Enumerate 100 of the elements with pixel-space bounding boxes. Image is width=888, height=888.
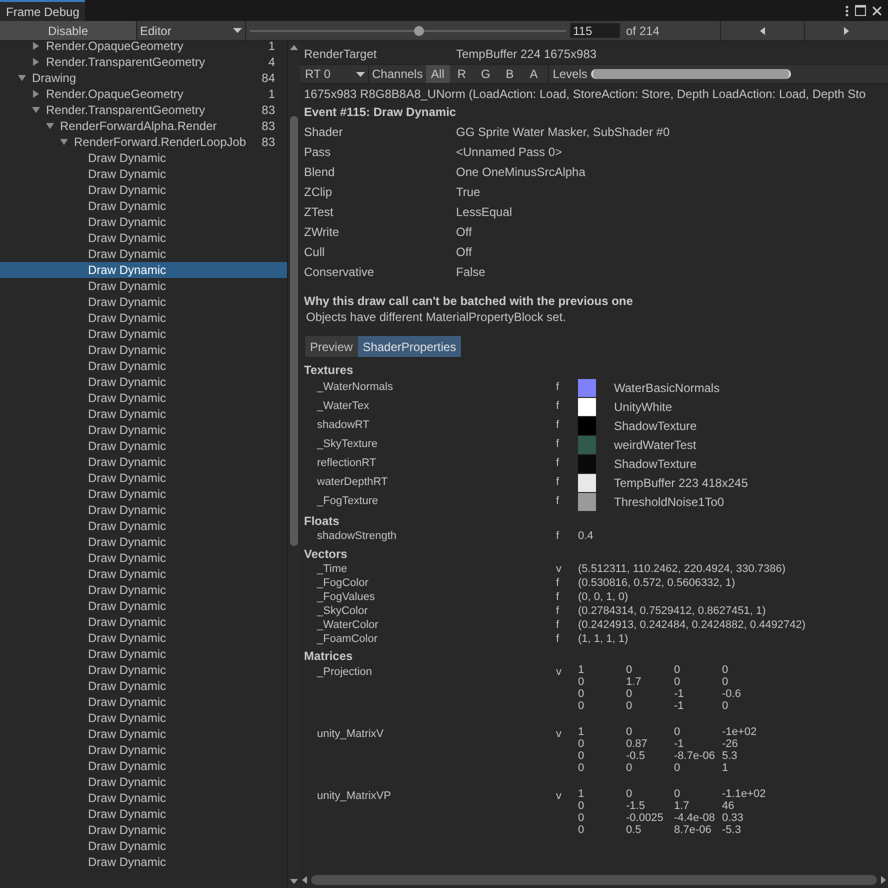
property-type: f [556, 437, 560, 452]
tree-row[interactable]: Draw Dynamic [0, 294, 287, 310]
tree-row[interactable]: Draw Dynamic [0, 198, 287, 214]
tree-row[interactable]: Draw Dynamic [0, 470, 287, 486]
scroll-up-icon[interactable] [290, 45, 298, 50]
tree-row[interactable]: Draw Dynamic [0, 166, 287, 182]
tree-row[interactable]: Draw Dynamic [0, 822, 287, 838]
tree-row[interactable]: Draw Dynamic [0, 518, 287, 534]
tree-row[interactable]: Draw Dynamic [0, 630, 287, 646]
tree-item-label: Draw Dynamic [88, 198, 166, 215]
details-tab[interactable]: Preview [305, 336, 358, 357]
tree-item-label: Draw Dynamic [88, 758, 166, 775]
tree-row[interactable]: Draw Dynamic [0, 550, 287, 566]
tree-item-count: 83 [262, 102, 275, 119]
tree-row[interactable]: Draw Dynamic [0, 758, 287, 774]
property-type: v [556, 562, 562, 577]
tree-row[interactable]: Draw Dynamic [0, 214, 287, 230]
levels-slider[interactable] [591, 69, 792, 79]
channel-toggle[interactable]: R [450, 65, 474, 83]
tree-row[interactable]: Draw Dynamic [0, 566, 287, 582]
tree-row[interactable]: Draw Dynamic [0, 262, 287, 278]
channel-toggle[interactable]: B [498, 65, 522, 83]
tree-row[interactable]: RenderForwardAlpha.Render 83 [0, 118, 287, 134]
matrix-cell-text: 0 [722, 662, 730, 677]
event-index-field[interactable]: 115 [570, 23, 620, 38]
disable-button[interactable]: Disable [0, 21, 137, 40]
tree-item-label: Draw Dynamic [88, 230, 166, 247]
property-value: LessEqual [456, 204, 512, 221]
tree-row[interactable]: Draw Dynamic [0, 310, 287, 326]
tree-row[interactable]: Draw Dynamic [0, 406, 287, 422]
tree-row[interactable]: Draw Dynamic [0, 742, 287, 758]
details-tab[interactable]: ShaderProperties [358, 336, 462, 357]
tree-row[interactable]: Draw Dynamic [0, 230, 287, 246]
tree-item-count: 4 [268, 54, 275, 71]
tree-row[interactable]: Draw Dynamic [0, 278, 287, 294]
collapsed-arrow-icon[interactable] [32, 90, 40, 98]
scroll-down-icon[interactable] [290, 879, 298, 884]
tree-row[interactable]: Drawing 84 [0, 70, 287, 86]
tree-row[interactable]: Draw Dynamic [0, 614, 287, 630]
tree-item-label: Render.OpaqueGeometry [46, 41, 184, 55]
tree-row[interactable]: Draw Dynamic [0, 438, 287, 454]
tree-row[interactable]: Draw Dynamic [0, 486, 287, 502]
channel-toggle[interactable]: All [426, 65, 450, 83]
target-dropdown[interactable]: Editor [137, 21, 246, 40]
channel-toggle[interactable]: A [522, 65, 546, 83]
tree-row[interactable]: Draw Dynamic [0, 806, 287, 822]
tree-row[interactable]: Draw Dynamic [0, 694, 287, 710]
property-type: v [556, 789, 562, 804]
tree-row[interactable]: Draw Dynamic [0, 246, 287, 262]
tree-row[interactable]: Draw Dynamic [0, 774, 287, 790]
section-heading: Floats [304, 513, 340, 529]
tree-row[interactable]: Draw Dynamic [0, 150, 287, 166]
tree-row[interactable]: Draw Dynamic [0, 854, 287, 870]
tree-row[interactable]: Draw Dynamic [0, 374, 287, 390]
tree-row[interactable]: RenderForward.RenderLoopJob 83 [0, 134, 287, 150]
channel-toggle[interactable]: G [474, 65, 498, 83]
scrollbar-thumb[interactable] [311, 875, 877, 885]
close-icon[interactable] [872, 6, 882, 16]
scrollbar-thumb[interactable] [290, 116, 298, 546]
tree-row[interactable]: Draw Dynamic [0, 838, 287, 854]
window-tab[interactable]: Frame Debug [0, 0, 86, 21]
tree-row[interactable]: Draw Dynamic [0, 326, 287, 342]
tree-item-label: Draw Dynamic [88, 150, 166, 167]
tree-row[interactable]: Render.TransparentGeometry 4 [0, 54, 287, 70]
tree-row[interactable]: Draw Dynamic [0, 390, 287, 406]
more-options-icon[interactable] [845, 4, 849, 16]
render-target-dropdown[interactable]: RT 0 [302, 65, 369, 83]
horizontal-scrollbar[interactable] [300, 872, 888, 888]
maximize-icon[interactable] [855, 5, 866, 16]
tree-row[interactable]: Draw Dynamic [0, 502, 287, 518]
tree-row[interactable]: Draw Dynamic [0, 342, 287, 358]
tree-row[interactable]: Draw Dynamic [0, 710, 287, 726]
tree-row[interactable]: Draw Dynamic [0, 534, 287, 550]
tree-row[interactable]: Draw Dynamic [0, 582, 287, 598]
texture-name: ShadowTexture [614, 418, 697, 434]
tree-row[interactable]: Draw Dynamic [0, 790, 287, 806]
tree-row[interactable]: Render.OpaqueGeometry 1 [0, 41, 287, 54]
tree-row[interactable]: Draw Dynamic [0, 182, 287, 198]
tree-item-label: RenderForward.RenderLoopJob [74, 134, 246, 151]
matrix-cell-text: 1.7 [626, 674, 642, 689]
scroll-left-icon[interactable] [302, 876, 307, 884]
tree-row[interactable]: Draw Dynamic [0, 726, 287, 742]
texture-name: UnityWhite [614, 398, 672, 416]
tree-row[interactable]: Draw Dynamic [0, 422, 287, 438]
tree-row[interactable]: Render.TransparentGeometry 83 [0, 102, 287, 118]
tree-row[interactable]: Draw Dynamic [0, 662, 287, 678]
property-name: _FoamColor [316, 632, 379, 647]
expanded-arrow-icon[interactable] [18, 74, 26, 82]
tree-row[interactable]: Draw Dynamic [0, 646, 287, 662]
tree-row[interactable]: Draw Dynamic [0, 678, 287, 694]
matrix-cell-text: 1 [578, 662, 586, 677]
property-type: v [556, 665, 562, 680]
tree-row[interactable]: Draw Dynamic [0, 454, 287, 470]
matrix-cell-text: 0.5 [626, 822, 642, 838]
tree-row[interactable]: Draw Dynamic [0, 598, 287, 614]
tree-row[interactable]: Render.OpaqueGeometry 1 [0, 86, 287, 102]
property-type: f [556, 475, 560, 490]
tree-row[interactable]: Draw Dynamic [0, 358, 287, 374]
scroll-right-icon[interactable] [881, 876, 886, 884]
tree-item-count: 1 [268, 41, 275, 55]
